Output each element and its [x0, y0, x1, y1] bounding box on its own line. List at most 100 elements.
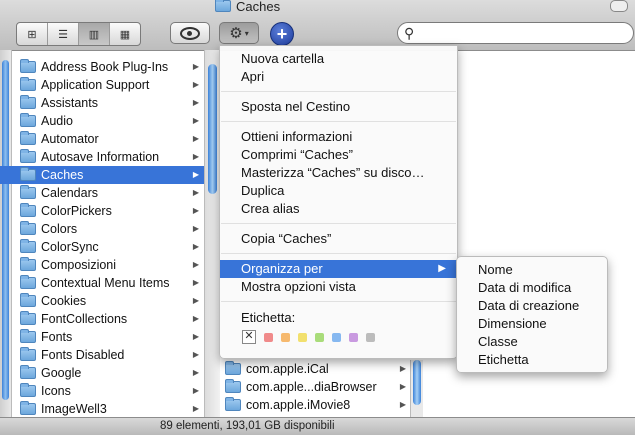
- quick-look-button[interactable]: [170, 22, 210, 44]
- folder-row[interactable]: FontCollections ▶: [0, 310, 204, 328]
- disclosure-arrow-icon: ▶: [192, 170, 199, 179]
- menu-item-new-folder[interactable]: Nuova cartella: [220, 50, 457, 68]
- folder-name: Colors: [41, 222, 78, 236]
- folder-name: FontCollections: [41, 312, 128, 326]
- menu-item-arrange-by[interactable]: Organizza per ▶: [220, 260, 457, 278]
- list-view-button[interactable]: ☰: [48, 23, 79, 45]
- folder-row[interactable]: Automator ▶: [0, 130, 204, 148]
- coverflow-view-icon: ▦: [119, 28, 131, 41]
- tag-color-swatch[interactable]: [264, 332, 273, 342]
- menu-item-show-view-options[interactable]: Mostra opzioni vista: [220, 278, 457, 296]
- submenu-item[interactable]: Etichetta: [457, 351, 607, 369]
- column-view-button[interactable]: ▥: [79, 23, 110, 45]
- folder-icon: [20, 311, 36, 325]
- menu-item-burn[interactable]: Masterizza “Caches” su disco…: [220, 164, 457, 182]
- column-2-scrollbar[interactable]: [410, 360, 423, 417]
- folder-name: ColorPickers: [41, 204, 112, 218]
- submenu-item[interactable]: Dimensione: [457, 315, 607, 333]
- column-1-scrollbar[interactable]: [204, 50, 220, 417]
- folder-row[interactable]: Audio ▶: [0, 112, 204, 130]
- submenu-item[interactable]: Classe: [457, 333, 607, 351]
- folder-icon: [20, 77, 36, 91]
- folder-icon: [20, 365, 36, 379]
- folder-row[interactable]: Fonts ▶: [0, 328, 204, 346]
- disclosure-arrow-icon: ▶: [192, 368, 199, 377]
- column-1: Address Book Plug-Ins ▶ Application Suppor…: [0, 58, 204, 417]
- menu-item-copy[interactable]: Copia “Caches”: [220, 230, 457, 248]
- submenu-arrow-icon: ▶: [438, 263, 446, 274]
- folder-name: Fonts Disabled: [41, 348, 125, 362]
- tag-row: ✕: [242, 330, 375, 344]
- disclosure-arrow-icon: ▶: [192, 242, 199, 251]
- folder-row[interactable]: Address Book Plug-Ins ▶: [0, 58, 204, 76]
- submenu-item[interactable]: Data di modifica: [457, 279, 607, 297]
- folder-icon: [225, 397, 241, 411]
- search-field[interactable]: ⚲: [397, 22, 634, 44]
- disclosure-arrow-icon: ▶: [192, 206, 199, 215]
- folder-row[interactable]: Google ▶: [0, 364, 204, 382]
- folder-row[interactable]: Fonts Disabled ▶: [0, 346, 204, 364]
- folder-name: Icons: [41, 384, 71, 398]
- action-menu-button[interactable]: ⚙ ▾: [219, 22, 259, 44]
- folder-icon: [20, 329, 36, 343]
- folder-row[interactable]: ColorSync ▶: [0, 238, 204, 256]
- folder-icon: [20, 239, 36, 253]
- folder-name: Audio: [41, 114, 73, 128]
- tag-label: Etichetta:: [241, 310, 296, 325]
- submenu-item[interactable]: Data di creazione: [457, 297, 607, 315]
- submenu-item[interactable]: Nome: [457, 261, 607, 279]
- folder-name: Address Book Plug-Ins: [41, 60, 169, 74]
- folder-row[interactable]: Application Support ▶: [0, 76, 204, 94]
- tag-color-swatch[interactable]: [349, 332, 358, 342]
- column-1-scroll-thumb[interactable]: [208, 64, 217, 194]
- menu-item-make-alias[interactable]: Crea alias: [220, 200, 457, 218]
- column-2-scroll-thumb[interactable]: [413, 360, 421, 405]
- menu-separator: [221, 223, 456, 224]
- folder-row[interactable]: Assistants ▶: [0, 94, 204, 112]
- folder-name: com.apple...diaBrowser: [246, 380, 377, 394]
- folder-row[interactable]: ColorPickers ▶: [0, 202, 204, 220]
- folder-name: ColorSync: [41, 240, 99, 254]
- search-input[interactable]: [414, 25, 633, 41]
- folder-row[interactable]: com.apple.iCal ▶: [220, 360, 410, 378]
- folder-row[interactable]: Caches ▶: [0, 166, 204, 184]
- tag-color-swatch[interactable]: [315, 332, 324, 342]
- add-button[interactable]: +: [270, 22, 294, 46]
- status-text: 89 elementi, 193,01 GB disponibili: [160, 420, 335, 432]
- folder-row[interactable]: Calendars ▶: [0, 184, 204, 202]
- tag-color-swatch[interactable]: [281, 332, 290, 342]
- folder-icon: [20, 347, 36, 361]
- tag-color-swatch[interactable]: [332, 332, 341, 342]
- folder-icon: [20, 275, 36, 289]
- folder-name: Assistants: [41, 96, 98, 110]
- coverflow-view-button[interactable]: ▦: [110, 23, 140, 45]
- folder-name: ImageWell3: [41, 402, 107, 416]
- menu-item-move-to-trash[interactable]: Sposta nel Cestino: [220, 98, 457, 116]
- folder-icon: [215, 0, 231, 12]
- folder-row[interactable]: Composizioni ▶: [0, 256, 204, 274]
- menu-item-duplicate[interactable]: Duplica: [220, 182, 457, 200]
- folder-row[interactable]: Icons ▶: [0, 382, 204, 400]
- folder-icon: [225, 361, 241, 375]
- folder-row[interactable]: Autosave Information ▶: [0, 148, 204, 166]
- folder-row[interactable]: com.apple.iMovie8 ▶: [220, 396, 410, 414]
- folder-row[interactable]: Contextual Menu Items ▶: [0, 274, 204, 292]
- folder-icon: [20, 113, 36, 127]
- folder-row[interactable]: ImageWell3 ▶: [0, 400, 204, 417]
- disclosure-arrow-icon: ▶: [192, 386, 199, 395]
- menu-item-get-info[interactable]: Ottieni informazioni: [220, 128, 457, 146]
- folder-icon: [20, 293, 36, 307]
- folder-row[interactable]: Cookies ▶: [0, 292, 204, 310]
- tag-clear-button[interactable]: ✕: [242, 330, 256, 344]
- view-mode-control: ⊞ ☰ ▥ ▦: [16, 22, 141, 46]
- tag-color-swatch[interactable]: [366, 332, 375, 342]
- tag-color-swatch[interactable]: [298, 332, 307, 342]
- menu-item-compress[interactable]: Comprimi “Caches”: [220, 146, 457, 164]
- column-view-icon: ▥: [88, 28, 100, 41]
- folder-row[interactable]: com.apple...diaBrowser ▶: [220, 378, 410, 396]
- status-bar: 89 elementi, 193,01 GB disponibili: [0, 417, 635, 435]
- toolbar-toggle-button[interactable]: [610, 0, 628, 12]
- icon-view-button[interactable]: ⊞: [17, 23, 48, 45]
- menu-item-open[interactable]: Apri: [220, 68, 457, 86]
- folder-row[interactable]: Colors ▶: [0, 220, 204, 238]
